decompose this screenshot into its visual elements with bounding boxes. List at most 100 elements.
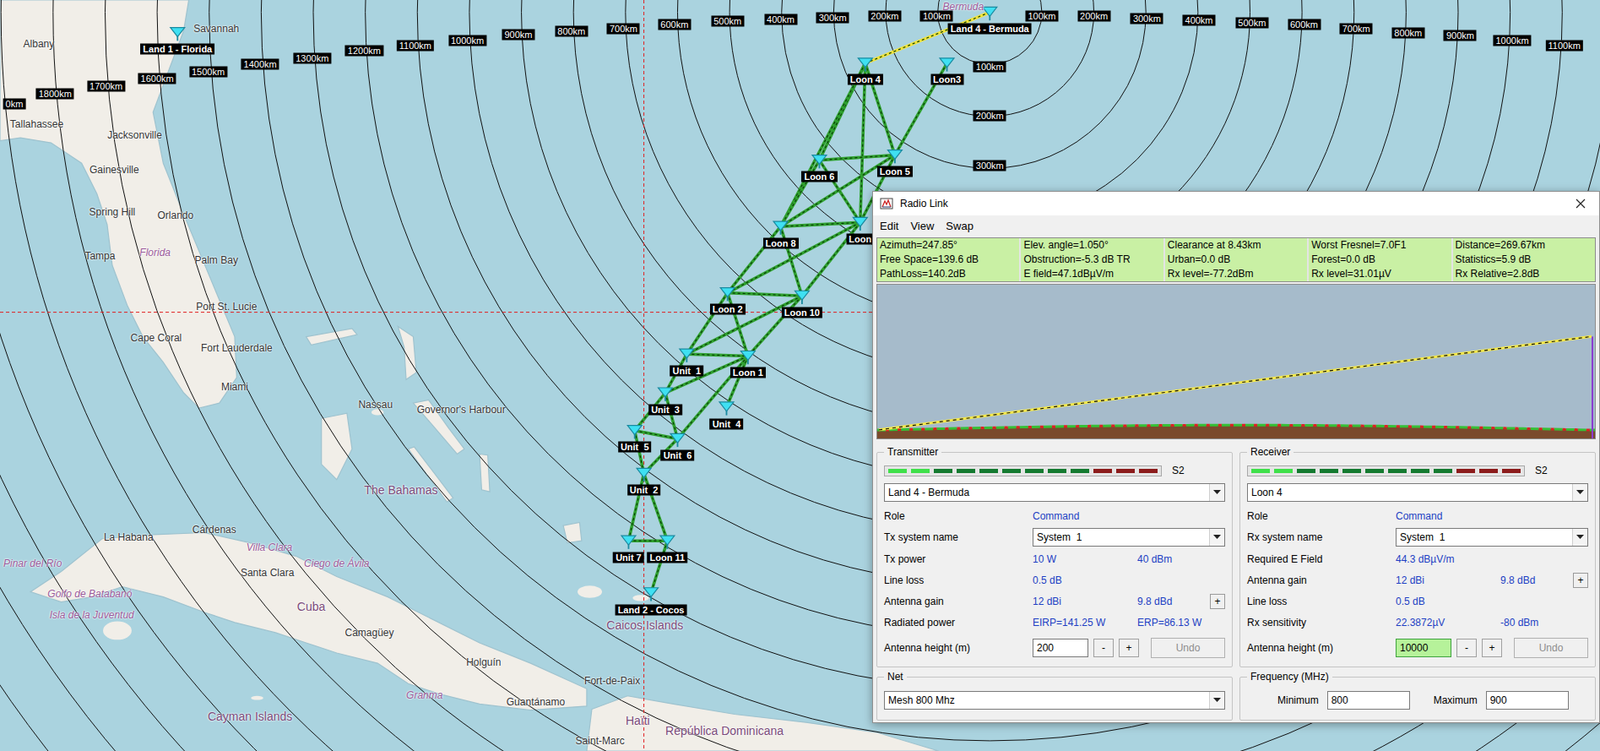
dropdown[interactable]: System 1: [1395, 527, 1589, 547]
node-marker-icon[interactable]: [660, 535, 675, 549]
node-marker-icon[interactable]: [740, 351, 755, 365]
node-marker-icon[interactable]: [658, 387, 673, 402]
node-label[interactable]: Land 1 - Florida: [140, 43, 215, 55]
node-label[interactable]: Land 2 - Cocos: [615, 603, 688, 615]
node-label[interactable]: Loon 6: [801, 171, 837, 183]
node-marker-icon[interactable]: [627, 425, 642, 440]
radio-link[interactable]: [726, 356, 748, 407]
node-marker-icon[interactable]: [670, 433, 685, 447]
radio-link[interactable]: [665, 392, 678, 439]
radio-link[interactable]: [781, 63, 866, 227]
node-marker-icon[interactable]: [719, 401, 734, 416]
node-label[interactable]: Loon 2: [710, 303, 746, 315]
decrease-button[interactable]: -: [1456, 638, 1477, 657]
max-frequency-input[interactable]: 900: [1486, 690, 1569, 710]
node-label[interactable]: Unit 3: [648, 403, 683, 415]
node-label[interactable]: Unit 6: [661, 450, 695, 462]
radio-link[interactable]: [628, 472, 644, 541]
node-marker-icon[interactable]: [982, 6, 998, 21]
signal-segment: [888, 468, 907, 473]
radio-link[interactable]: [781, 160, 820, 228]
metrics-row: PathLoss=140.2dBE field=47.1dBµV/mRx lev…: [877, 266, 1595, 282]
dropdown[interactable]: Mesh 800 Mhz: [884, 690, 1226, 710]
node-label[interactable]: Land 4 - Bermuda: [948, 22, 1032, 34]
node-label[interactable]: Unit 7: [612, 551, 645, 563]
min-frequency-input[interactable]: 800: [1327, 690, 1411, 710]
radio-link[interactable]: [748, 295, 803, 356]
place-label: Albany: [23, 37, 55, 50]
node-marker-icon[interactable]: [170, 27, 185, 42]
node-marker-icon[interactable]: [773, 221, 788, 235]
island: [397, 326, 417, 380]
node-marker-icon[interactable]: [636, 467, 651, 482]
add-button[interactable]: +: [1209, 593, 1226, 609]
node-marker-icon[interactable]: [720, 287, 735, 302]
dropdown[interactable]: Land 4 - Bermuda: [884, 482, 1226, 502]
radio-link[interactable]: [781, 222, 861, 227]
signal-segment: [1433, 468, 1453, 473]
node-label[interactable]: Unit 5: [618, 441, 652, 453]
range-ring: [0, 0, 1600, 751]
signal-segment: [1138, 468, 1158, 473]
dropdown[interactable]: Loon 4: [1247, 482, 1589, 502]
node-marker-icon[interactable]: [852, 216, 868, 231]
signal-segment: [1274, 468, 1293, 473]
radio-link[interactable]: [727, 226, 782, 293]
antenna-height-input[interactable]: 10000: [1395, 638, 1452, 657]
undo-button[interactable]: Undo: [1513, 637, 1589, 658]
node-label[interactable]: Loon 8: [763, 237, 799, 249]
radio-link[interactable]: [727, 292, 803, 297]
place-label: Port St. Lucie: [195, 300, 257, 313]
node-label[interactable]: Loon 1: [730, 367, 766, 379]
param-row: Radiated powerEIRP=141.25 WERP=86.13 W: [884, 612, 1226, 631]
node-marker-icon[interactable]: [887, 150, 902, 164]
undo-button[interactable]: Undo: [1150, 637, 1226, 658]
radio-link[interactable]: [860, 63, 866, 223]
radio-link[interactable]: [628, 540, 668, 542]
radio-link[interactable]: [686, 295, 803, 354]
param-row: Rx system nameSystem 1: [1247, 527, 1589, 547]
radio-link[interactable]: [727, 222, 861, 293]
range-label: 800km: [1391, 27, 1425, 38]
menu-item[interactable]: Edit: [879, 217, 899, 235]
node-label[interactable]: Unit 4: [710, 417, 744, 429]
radio-link[interactable]: [818, 155, 895, 161]
node-marker-icon[interactable]: [794, 290, 809, 304]
metric-cell: Clearance at 8.43km: [1165, 238, 1308, 253]
title-bar: Radio Link: [873, 191, 1600, 216]
node-marker-icon[interactable]: [679, 348, 695, 363]
menu-item[interactable]: View: [910, 217, 934, 235]
node-label[interactable]: Loon: [846, 233, 874, 245]
signal-segment: [1410, 468, 1430, 473]
signal-segment: [1296, 468, 1316, 473]
add-button[interactable]: +: [1572, 572, 1589, 588]
place-label: Jacksonville: [107, 129, 163, 142]
station-group: ReceiverS2Loon 4RoleCommandRx system nam…: [1239, 444, 1596, 668]
node-label[interactable]: Loon 11: [647, 551, 689, 563]
close-button[interactable]: [1568, 193, 1593, 214]
menu-item[interactable]: Swap: [945, 217, 974, 235]
node-marker-icon[interactable]: [644, 587, 659, 602]
node-label[interactable]: Unit 1: [670, 364, 705, 376]
dropdown[interactable]: System 1: [1032, 527, 1226, 547]
range-label: 600km: [657, 19, 691, 31]
increase-button[interactable]: +: [1118, 638, 1139, 657]
radio-link[interactable]: [686, 353, 749, 356]
node-marker-icon[interactable]: [812, 155, 827, 169]
radio-link[interactable]: [644, 472, 668, 541]
signal-segment: [1070, 468, 1090, 473]
node-marker-icon[interactable]: [621, 535, 636, 549]
node-marker-icon[interactable]: [857, 58, 873, 72]
decrease-button[interactable]: -: [1093, 638, 1114, 657]
node-label[interactable]: Loon 4: [847, 74, 884, 86]
node-label[interactable]: Loon 10: [781, 306, 823, 318]
node-label[interactable]: Unit 2: [627, 484, 662, 496]
node-marker-icon[interactable]: [939, 58, 955, 72]
increase-button[interactable]: +: [1481, 638, 1503, 657]
antenna-height-row: Antenna height (m)10000-+Undo: [1247, 635, 1589, 660]
node-label[interactable]: Loon3: [930, 74, 964, 86]
range-label: 200km: [1077, 10, 1111, 22]
node-label[interactable]: Loon 5: [877, 166, 913, 178]
antenna-height-input[interactable]: 200: [1032, 638, 1089, 657]
radio-link[interactable]: [650, 540, 668, 593]
